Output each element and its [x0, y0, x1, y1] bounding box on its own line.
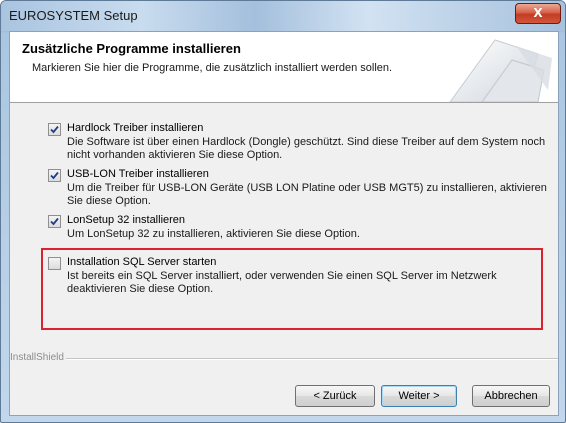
lonsetup-label[interactable]: LonSetup 32 installieren	[67, 214, 185, 226]
lonsetup-description: Um LonSetup 32 zu installieren, aktivier…	[67, 228, 360, 240]
hardlock-label[interactable]: Hardlock Treiber installieren	[67, 122, 203, 134]
close-icon: X	[533, 6, 543, 20]
cancel-button[interactable]: Abbrechen	[472, 385, 550, 407]
lonsetup-checkbox[interactable]	[48, 215, 61, 228]
dialog-header: Zusätzliche Programme installieren Marki…	[10, 32, 558, 103]
installshield-brand: InstallShield	[10, 352, 64, 363]
next-button[interactable]: Weiter >	[381, 385, 457, 407]
checkmark-icon	[50, 217, 59, 226]
page-subtitle: Markieren Sie hier die Programme, die zu…	[32, 62, 393, 74]
hardlock-description: Die Software ist über einen Hardlock (Do…	[67, 136, 546, 161]
sql-server-label[interactable]: Installation SQL Server starten	[67, 256, 216, 268]
close-button[interactable]: X	[515, 3, 561, 24]
checkmark-icon	[50, 125, 59, 134]
back-button[interactable]: < Zurück	[295, 385, 375, 407]
sql-server-checkbox[interactable]	[48, 257, 61, 270]
sql-server-description: Ist bereits ein SQL Server installiert, …	[67, 270, 497, 295]
dialog-client: Zusätzliche Programme installieren Marki…	[9, 31, 559, 416]
usb-lon-description: Um die Treiber für USB-LON Geräte (USB L…	[67, 182, 547, 207]
page-title: Zusätzliche Programme installieren	[22, 41, 241, 56]
checkmark-icon	[50, 171, 59, 180]
usb-lon-checkbox[interactable]	[48, 169, 61, 182]
window-title: EUROSYSTEM Setup	[9, 8, 138, 23]
hardlock-checkbox[interactable]	[48, 123, 61, 136]
setup-banner-icon	[449, 39, 552, 102]
footer-divider	[66, 358, 558, 360]
usb-lon-label[interactable]: USB-LON Treiber installieren	[67, 168, 209, 180]
title-bar[interactable]: EUROSYSTEM Setup X	[1, 1, 565, 31]
setup-window: EUROSYSTEM Setup X Zusätzliche Programme…	[0, 0, 566, 423]
